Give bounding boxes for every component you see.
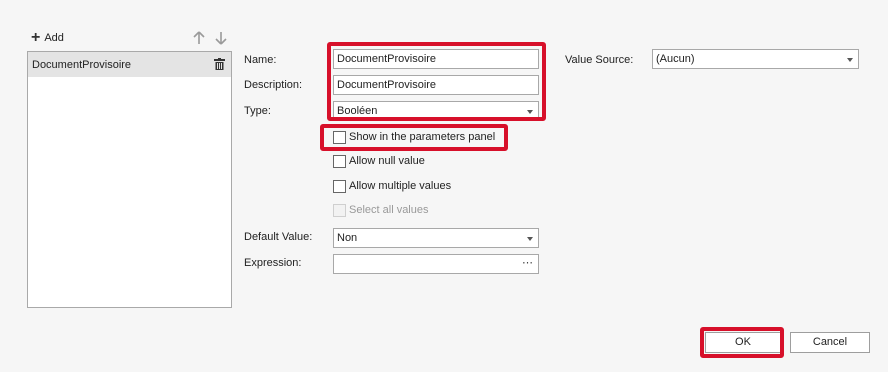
value-source-select[interactable]: (Aucun) <box>652 49 859 69</box>
move-down-icon[interactable] <box>215 30 227 46</box>
list-item[interactable]: DocumentProvisoire <box>28 52 231 77</box>
name-field[interactable]: DocumentProvisoire <box>333 49 539 69</box>
checkbox-label: Show in the parameters panel <box>349 131 496 143</box>
trash-icon[interactable] <box>214 58 225 70</box>
expression-label: Expression: <box>244 257 302 269</box>
value-source-label: Value Source: <box>565 54 634 66</box>
checkbox-box[interactable] <box>333 203 346 217</box>
list-item-label: DocumentProvisoire <box>32 58 132 71</box>
checkbox-label: Allow multiple values <box>349 180 452 192</box>
checkbox-label: Select all values <box>349 204 429 216</box>
expression-field[interactable]: ⋯ <box>333 254 539 274</box>
cancel-button[interactable]: Cancel <box>790 332 870 353</box>
ok-button[interactable]: OK <box>705 332 781 353</box>
plus-icon: + <box>31 29 41 46</box>
select-all-values-checkbox[interactable]: Select all values <box>333 202 429 218</box>
name-label: Name: <box>244 54 277 66</box>
add-label: Add <box>44 32 64 44</box>
default-value-label: Default Value: <box>244 231 313 243</box>
default-value-select[interactable]: Non <box>333 228 539 248</box>
add-parameter-button[interactable]: + Add <box>31 30 64 46</box>
checkbox-box[interactable] <box>333 154 346 168</box>
type-label: Type: <box>244 105 271 117</box>
move-up-icon[interactable] <box>193 30 205 46</box>
checkbox-box[interactable] <box>333 130 346 144</box>
description-label: Description: <box>244 79 303 91</box>
type-select[interactable]: Booléen <box>333 101 539 121</box>
description-field[interactable]: DocumentProvisoire <box>333 75 539 95</box>
checkbox-label: Allow null value <box>349 155 425 167</box>
expression-editor-button[interactable]: ⋯ <box>522 255 533 271</box>
checkbox-box[interactable] <box>333 179 346 193</box>
show-in-parameters-panel-checkbox[interactable]: Show in the parameters panel <box>333 129 495 145</box>
allow-multiple-values-checkbox[interactable]: Allow multiple values <box>333 178 451 194</box>
allow-null-value-checkbox[interactable]: Allow null value <box>333 153 425 169</box>
parameters-list[interactable]: DocumentProvisoire <box>27 51 232 308</box>
